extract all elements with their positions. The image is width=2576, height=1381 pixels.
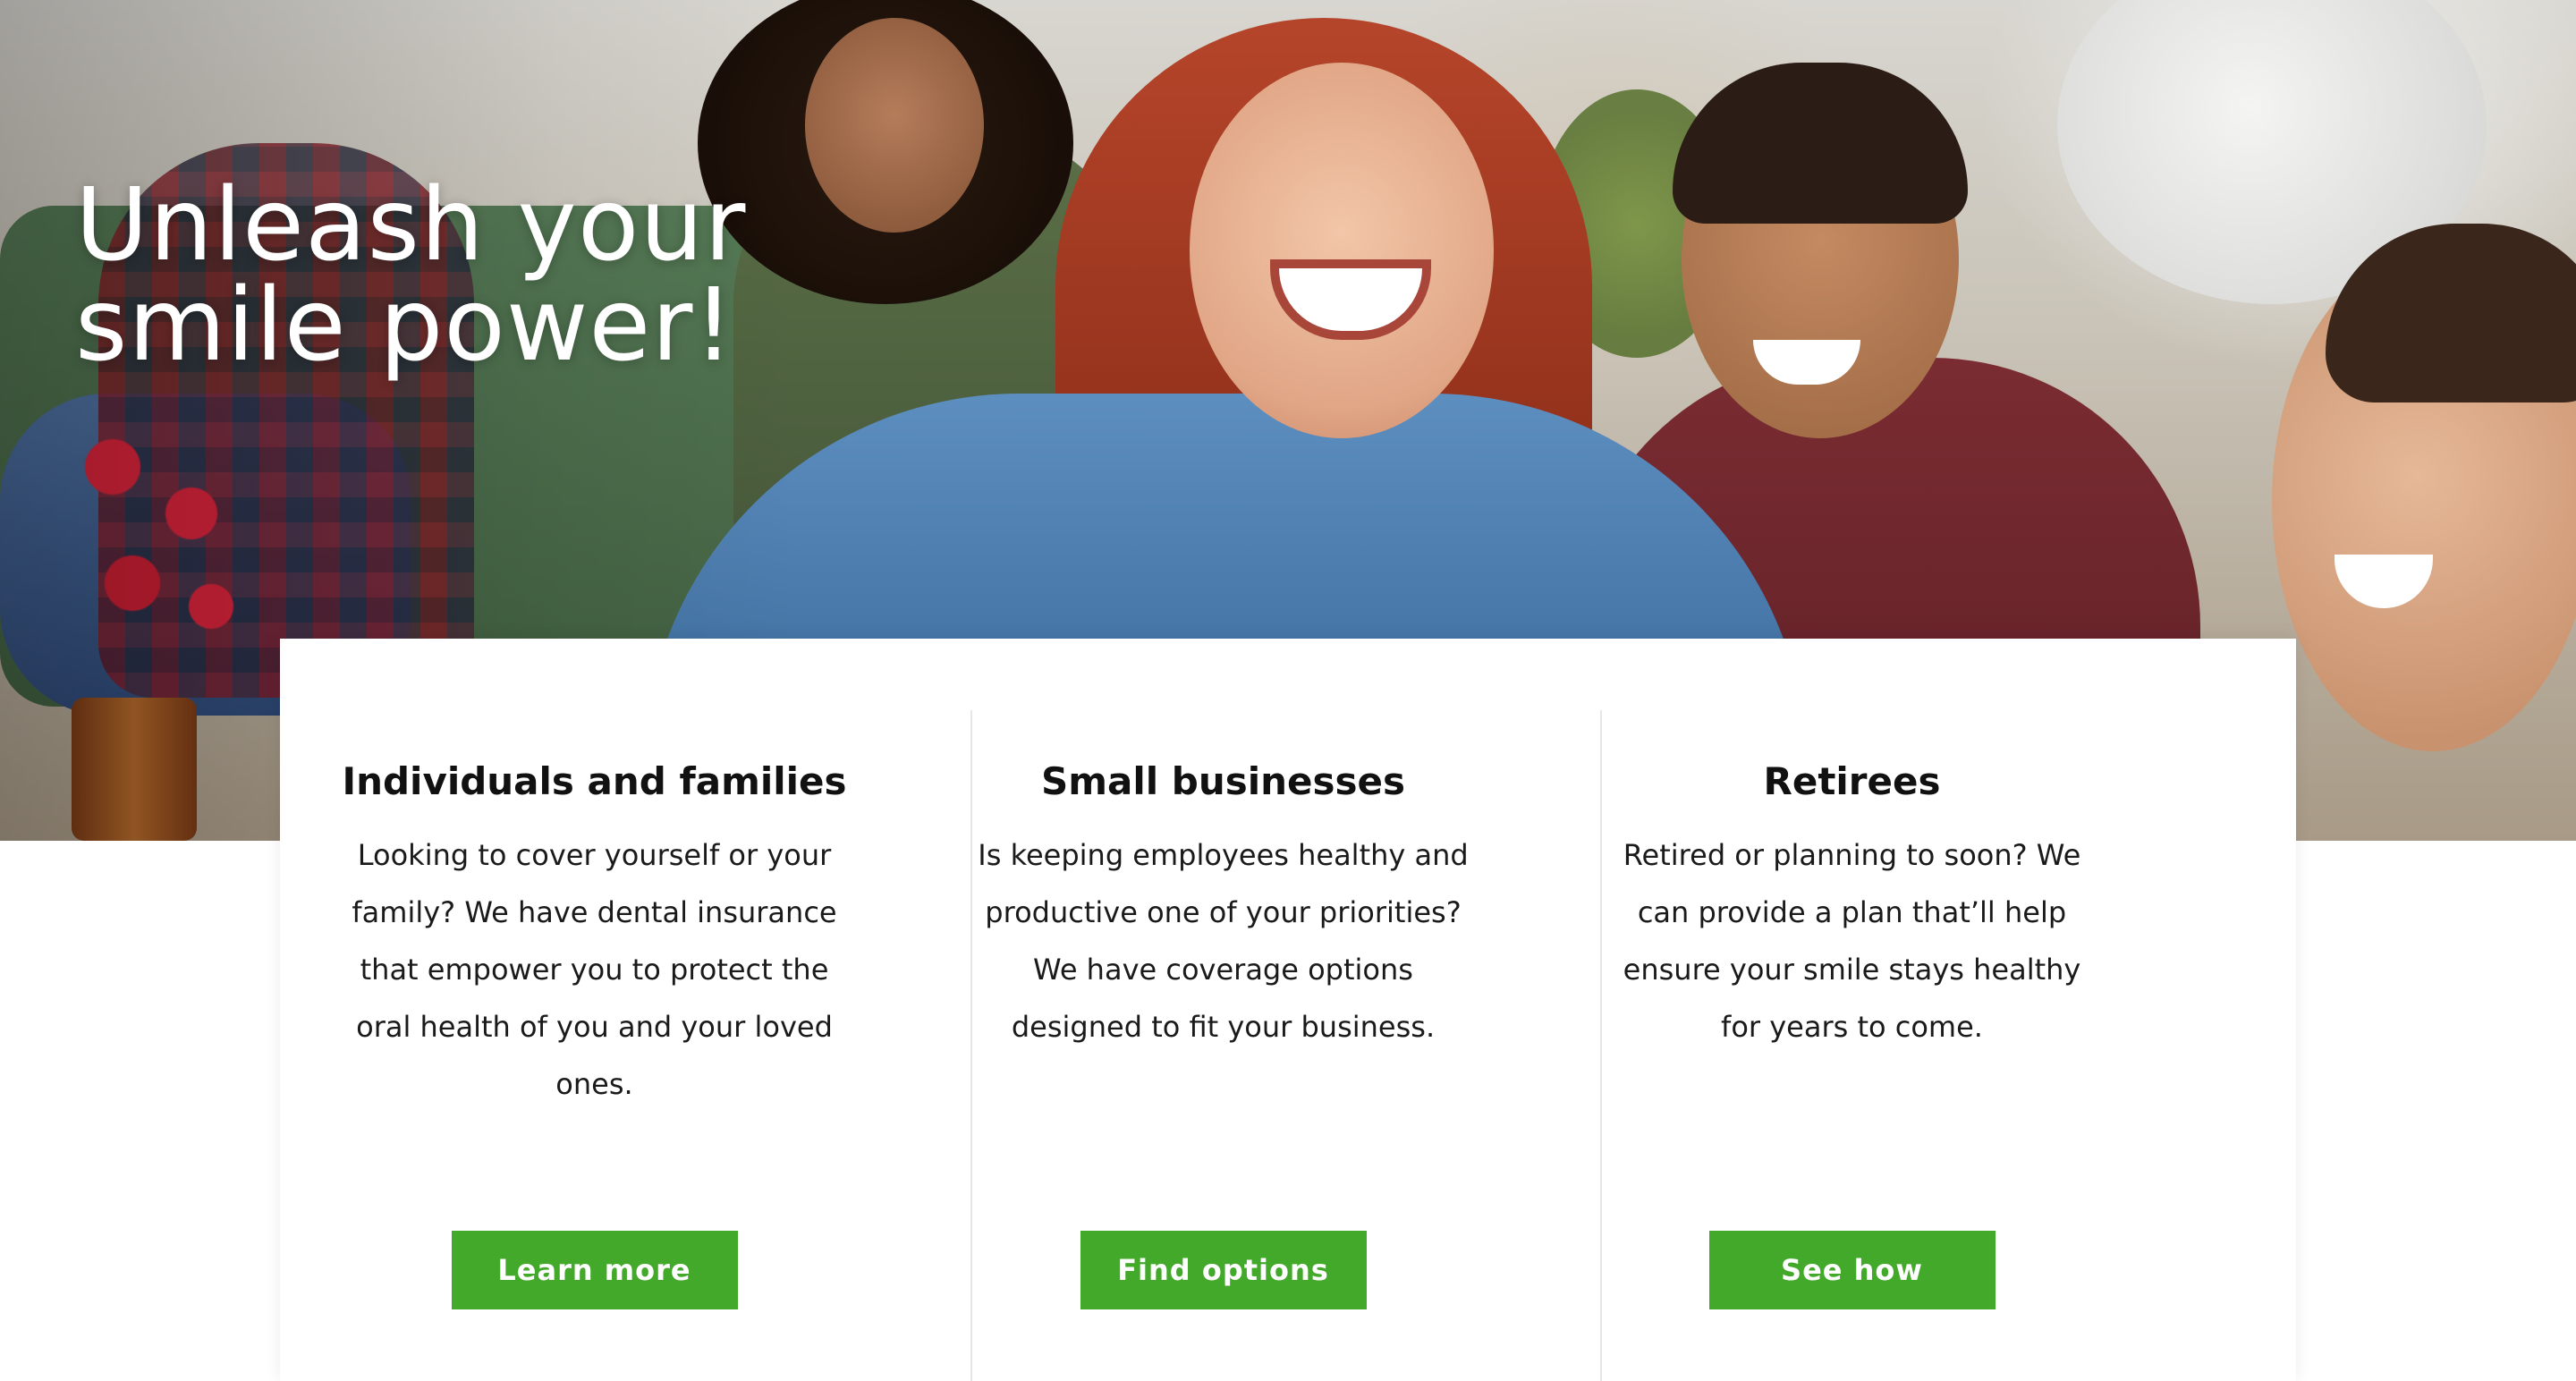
hero-photo-hair-right: [1673, 63, 1968, 224]
card-title: Retirees: [1763, 759, 1941, 803]
card-description: Looking to cover yourself or your family…: [352, 838, 837, 1101]
hero-title: Unleash your smile power!: [75, 175, 844, 376]
card-divider: [970, 710, 972, 1381]
audience-cards-panel: Individuals and families Looking to cove…: [280, 639, 2296, 1381]
hero-title-line-1: Unleash your: [75, 167, 747, 284]
learn-more-button[interactable]: Learn more: [451, 1231, 738, 1309]
card-divider: [1600, 710, 1602, 1381]
card-retirees: Retirees Retired or planning to soon? We…: [1538, 639, 2166, 1381]
card-description: Is keeping employees healthy and product…: [978, 838, 1469, 1044]
card-title: Small businesses: [1041, 759, 1405, 803]
card-description: Retired or planning to soon? We can prov…: [1623, 838, 2081, 1044]
see-how-button[interactable]: See how: [1708, 1231, 1996, 1309]
card-small-businesses: Small businesses Is keeping employees he…: [909, 639, 1538, 1381]
hero-photo-face-center: [1190, 63, 1494, 438]
card-individuals-families: Individuals and families Looking to cove…: [280, 639, 909, 1381]
hero-title-line-2: smile power!: [75, 267, 735, 384]
find-options-button[interactable]: Find options: [1080, 1231, 1367, 1309]
card-title: Individuals and families: [342, 759, 847, 803]
